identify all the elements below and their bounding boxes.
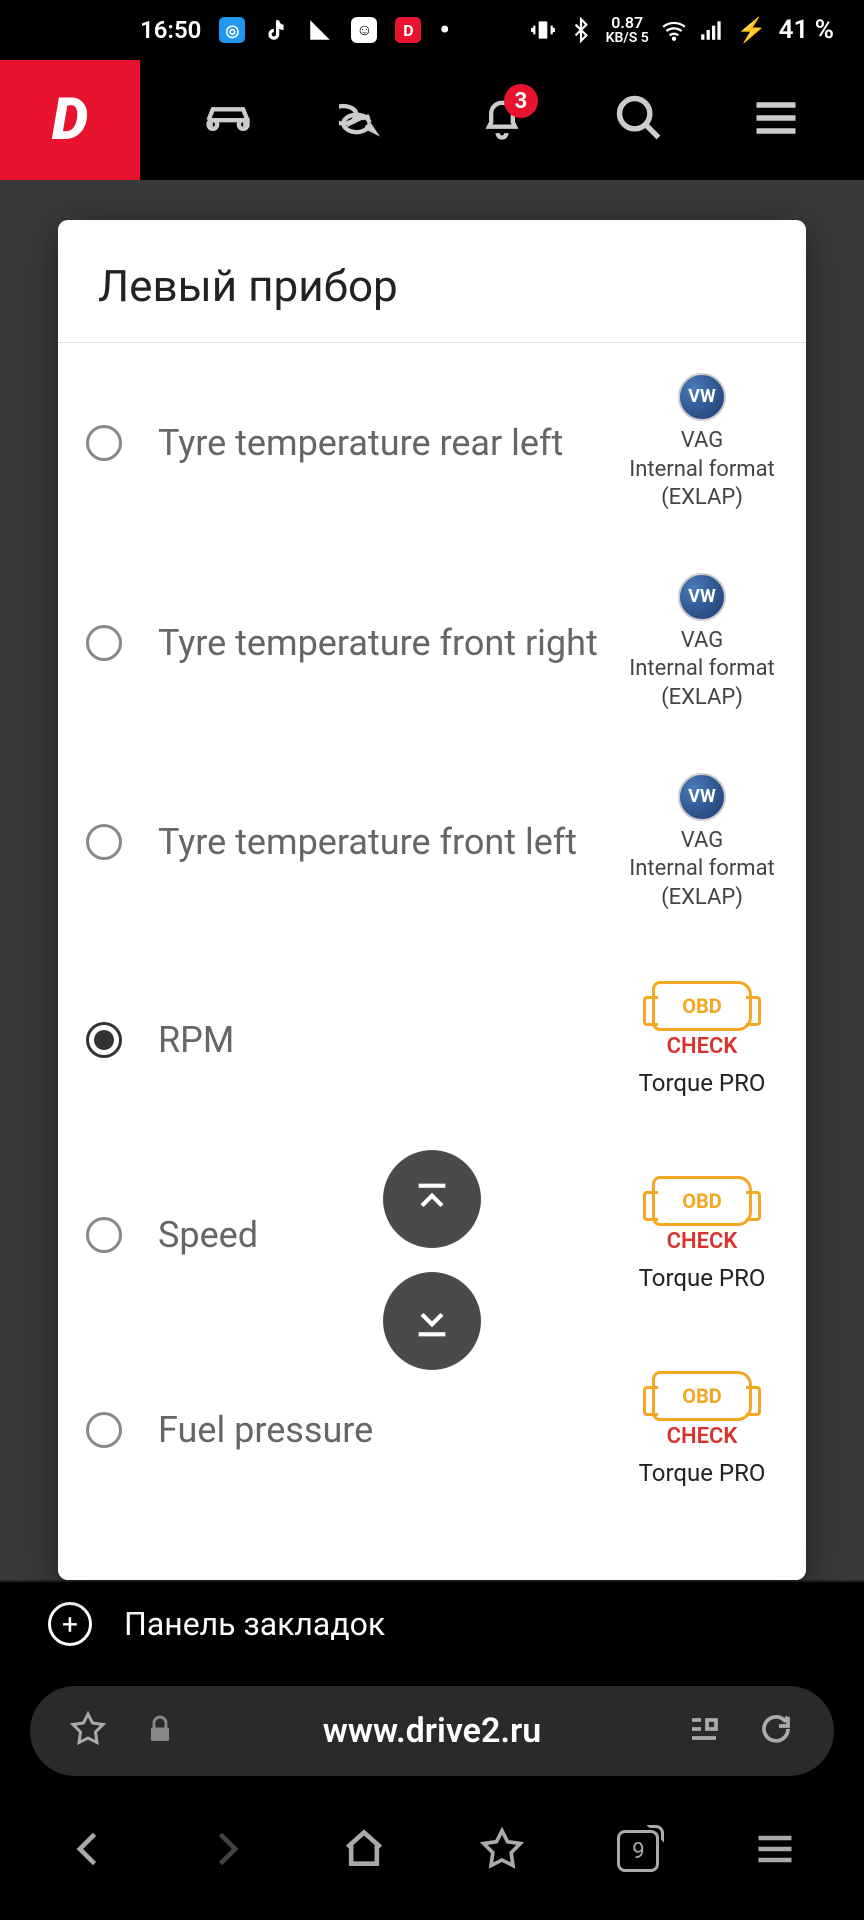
radio-button[interactable] — [86, 824, 122, 860]
option-label: Tyre temperature rear left — [158, 422, 622, 464]
notification-dot: • — [439, 13, 450, 48]
obd-logo-icon: OBDCHECK — [652, 1176, 752, 1257]
option-label: Tyre temperature front left — [158, 821, 622, 863]
app-icon-2: ☺ — [351, 17, 377, 43]
bookmarks-icon[interactable] — [480, 1827, 524, 1875]
option-row[interactable]: Tyre temperature front leftVWVAGInternal… — [58, 743, 806, 943]
obd-logo-icon: OBDCHECK — [652, 1371, 752, 1452]
option-source: VWVAGInternal format(EXLAP) — [622, 573, 782, 713]
bookmark-bar[interactable]: + Панель закладок — [0, 1580, 864, 1666]
radio-button[interactable] — [86, 1022, 122, 1058]
radio-button[interactable] — [86, 1412, 122, 1448]
add-bookmark-icon[interactable]: + — [48, 1602, 92, 1646]
bluetooth-icon — [568, 17, 594, 43]
radio-button[interactable] — [86, 425, 122, 461]
radio-button[interactable] — [86, 625, 122, 661]
obd-logo-icon: OBDCHECK — [652, 981, 752, 1062]
sim-icon — [307, 17, 333, 43]
signal-icon — [699, 17, 725, 43]
browser-menu-icon[interactable] — [753, 1827, 797, 1875]
scroll-down-button[interactable] — [383, 1272, 481, 1370]
car-icon[interactable] — [202, 92, 254, 148]
battery-lightning-icon: ⚡ — [737, 16, 767, 44]
battery-percent: 41 % — [779, 15, 834, 45]
option-source: OBDCHECKTorque PRO — [622, 981, 782, 1099]
home-icon[interactable] — [342, 1827, 386, 1875]
vibrate-icon — [530, 17, 556, 43]
scroll-up-button[interactable] — [383, 1150, 481, 1248]
option-row[interactable]: Tyre temperature rear leftVWVAGInternal … — [58, 343, 806, 543]
network-speed: 0.87 KB/S 5 — [606, 15, 649, 45]
option-label: Fuel pressure — [158, 1409, 622, 1451]
tiktok-icon — [263, 17, 289, 43]
gauge-selection-modal: Левый прибор Tyre temperature rear leftV… — [58, 220, 806, 1580]
option-label: RPM — [158, 1019, 622, 1061]
vw-logo-icon: VW — [678, 373, 726, 421]
notifications-icon[interactable]: 3 — [476, 92, 528, 148]
forward-icon[interactable] — [204, 1827, 248, 1875]
option-row[interactable]: Tyre temperature front rightVWVAGInterna… — [58, 543, 806, 743]
option-row[interactable]: RPMOBDCHECKTorque PRO — [58, 942, 806, 1137]
search-icon[interactable] — [613, 92, 665, 148]
browser-nav: 9 — [0, 1796, 864, 1906]
option-source: OBDCHECKTorque PRO — [622, 1371, 782, 1489]
reader-mode-icon[interactable] — [686, 1711, 722, 1751]
reload-icon[interactable] — [758, 1711, 794, 1751]
app-icon-1: ◎ — [219, 17, 245, 43]
notification-badge: 3 — [504, 84, 538, 118]
brand-logo[interactable]: D — [0, 60, 140, 180]
app-header: D 3 — [0, 60, 864, 180]
drive2-icon: D — [395, 17, 421, 43]
vw-logo-icon: VW — [678, 573, 726, 621]
url-text: www.drive2.ru — [214, 1711, 650, 1751]
status-bar: 16:50 ◎ ☺ D • 0.87 KB/S 5 ⚡ 41 % — [0, 0, 864, 60]
status-time: 16:50 — [140, 16, 201, 44]
option-source: VWVAGInternal format(EXLAP) — [622, 773, 782, 913]
url-bar[interactable]: www.drive2.ru — [30, 1686, 834, 1776]
modal-title: Левый прибор — [58, 220, 806, 343]
bookmark-label: Панель закладок — [124, 1605, 385, 1643]
option-source: VWVAGInternal format(EXLAP) — [622, 373, 782, 513]
back-icon[interactable] — [67, 1827, 111, 1875]
vw-logo-icon: VW — [678, 773, 726, 821]
radio-button[interactable] — [86, 1217, 122, 1253]
wifi-icon — [661, 17, 687, 43]
menu-icon[interactable] — [750, 92, 802, 148]
chat-icon[interactable] — [339, 92, 391, 148]
lock-icon — [142, 1711, 178, 1751]
tabs-button[interactable]: 9 — [617, 1830, 659, 1872]
option-label: Tyre temperature front right — [158, 622, 622, 664]
favorite-icon[interactable] — [70, 1711, 106, 1751]
option-source: OBDCHECKTorque PRO — [622, 1176, 782, 1294]
